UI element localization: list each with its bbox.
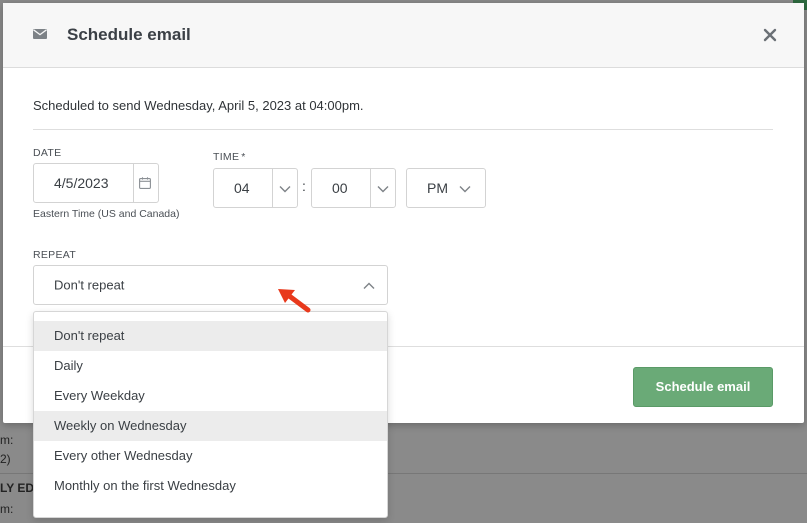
background-text: LY ED xyxy=(0,481,35,495)
repeat-option[interactable]: Monthly on the first Wednesday xyxy=(34,471,387,501)
chevron-up-icon xyxy=(363,282,375,289)
hour-select-divider xyxy=(272,169,273,207)
divider xyxy=(33,129,773,130)
period-value: PM xyxy=(427,180,448,196)
chevron-down-icon xyxy=(377,186,389,193)
time-separator: : xyxy=(302,178,306,194)
repeat-label: REPEAT xyxy=(33,249,77,261)
minute-select[interactable]: 00 xyxy=(311,168,396,208)
date-label: DATE xyxy=(33,147,62,159)
background-text: m: xyxy=(0,502,14,516)
repeat-option[interactable]: Don't repeat xyxy=(34,321,387,351)
repeat-select[interactable]: Don't repeat xyxy=(33,265,388,305)
period-select[interactable]: PM xyxy=(406,168,486,208)
repeat-option[interactable]: Every Weekday xyxy=(34,381,387,411)
time-label: TIME * xyxy=(213,151,246,163)
minute-select-divider xyxy=(370,169,371,207)
modal-title: Schedule email xyxy=(67,25,191,44)
close-icon[interactable] xyxy=(762,27,778,43)
envelope-icon xyxy=(33,29,47,39)
calendar-icon[interactable] xyxy=(139,177,151,189)
repeat-option[interactable]: Weekly on Wednesday xyxy=(34,411,387,441)
red-arrow-icon xyxy=(278,289,311,313)
modal-header: Schedule email xyxy=(3,3,804,68)
repeat-value: Don't repeat xyxy=(54,277,125,293)
repeat-option[interactable]: Every other Wednesday xyxy=(34,441,387,471)
repeat-dropdown: Don't repeat Daily Every Weekday Weekly … xyxy=(33,311,388,518)
timezone-note: Eastern Time (US and Canada) xyxy=(33,208,180,220)
schedule-summary: Scheduled to send Wednesday, April 5, 20… xyxy=(33,98,364,113)
date-divider xyxy=(133,164,134,202)
required-mark: * xyxy=(241,151,246,163)
date-value: 4/5/2023 xyxy=(54,175,109,191)
background-text: m: xyxy=(0,433,14,447)
background-text: 2) xyxy=(0,452,11,466)
time-label-text: TIME xyxy=(213,151,240,163)
schedule-email-button[interactable]: Schedule email xyxy=(633,367,773,407)
hour-value: 04 xyxy=(234,180,250,196)
chevron-down-icon xyxy=(459,186,471,193)
repeat-option[interactable]: Daily xyxy=(34,351,387,381)
hour-select[interactable]: 04 xyxy=(213,168,298,208)
date-input[interactable]: 4/5/2023 xyxy=(33,163,159,203)
chevron-down-icon xyxy=(279,186,291,193)
minute-value: 00 xyxy=(332,180,348,196)
